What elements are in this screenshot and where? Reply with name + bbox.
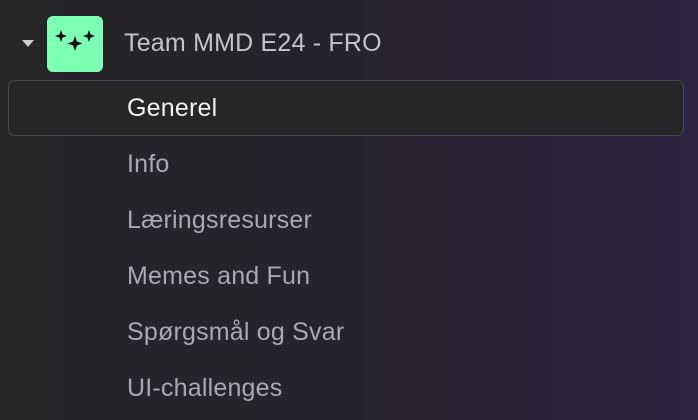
channel-item-laeringsresurser[interactable]: Læringsresurser [8,192,684,248]
channel-item-spoergsmaal-og-svar[interactable]: Spørgsmål og Svar [8,304,684,360]
sparkles-icon [55,30,95,51]
channel-label: UI-challenges [127,374,283,402]
team-header[interactable]: Team MMD E24 - FRO [0,14,698,74]
channel-label: Info [127,150,170,178]
channel-item-ui-challenges[interactable]: UI-challenges [8,360,684,416]
channel-item-generel[interactable]: Generel [8,80,684,136]
channel-label: Læringsresurser [127,206,313,234]
channel-label: Generel [127,94,218,122]
channel-label: Memes and Fun [127,262,311,290]
channel-list: Generel Info Læringsresurser Memes and F… [8,80,684,416]
team-name[interactable]: Team MMD E24 - FRO [124,29,382,58]
caret-down-icon[interactable] [22,40,34,47]
team-avatar [47,16,103,72]
channel-item-info[interactable]: Info [8,136,684,192]
channel-label: Spørgsmål og Svar [127,318,345,346]
channel-item-memes-and-fun[interactable]: Memes and Fun [8,248,684,304]
